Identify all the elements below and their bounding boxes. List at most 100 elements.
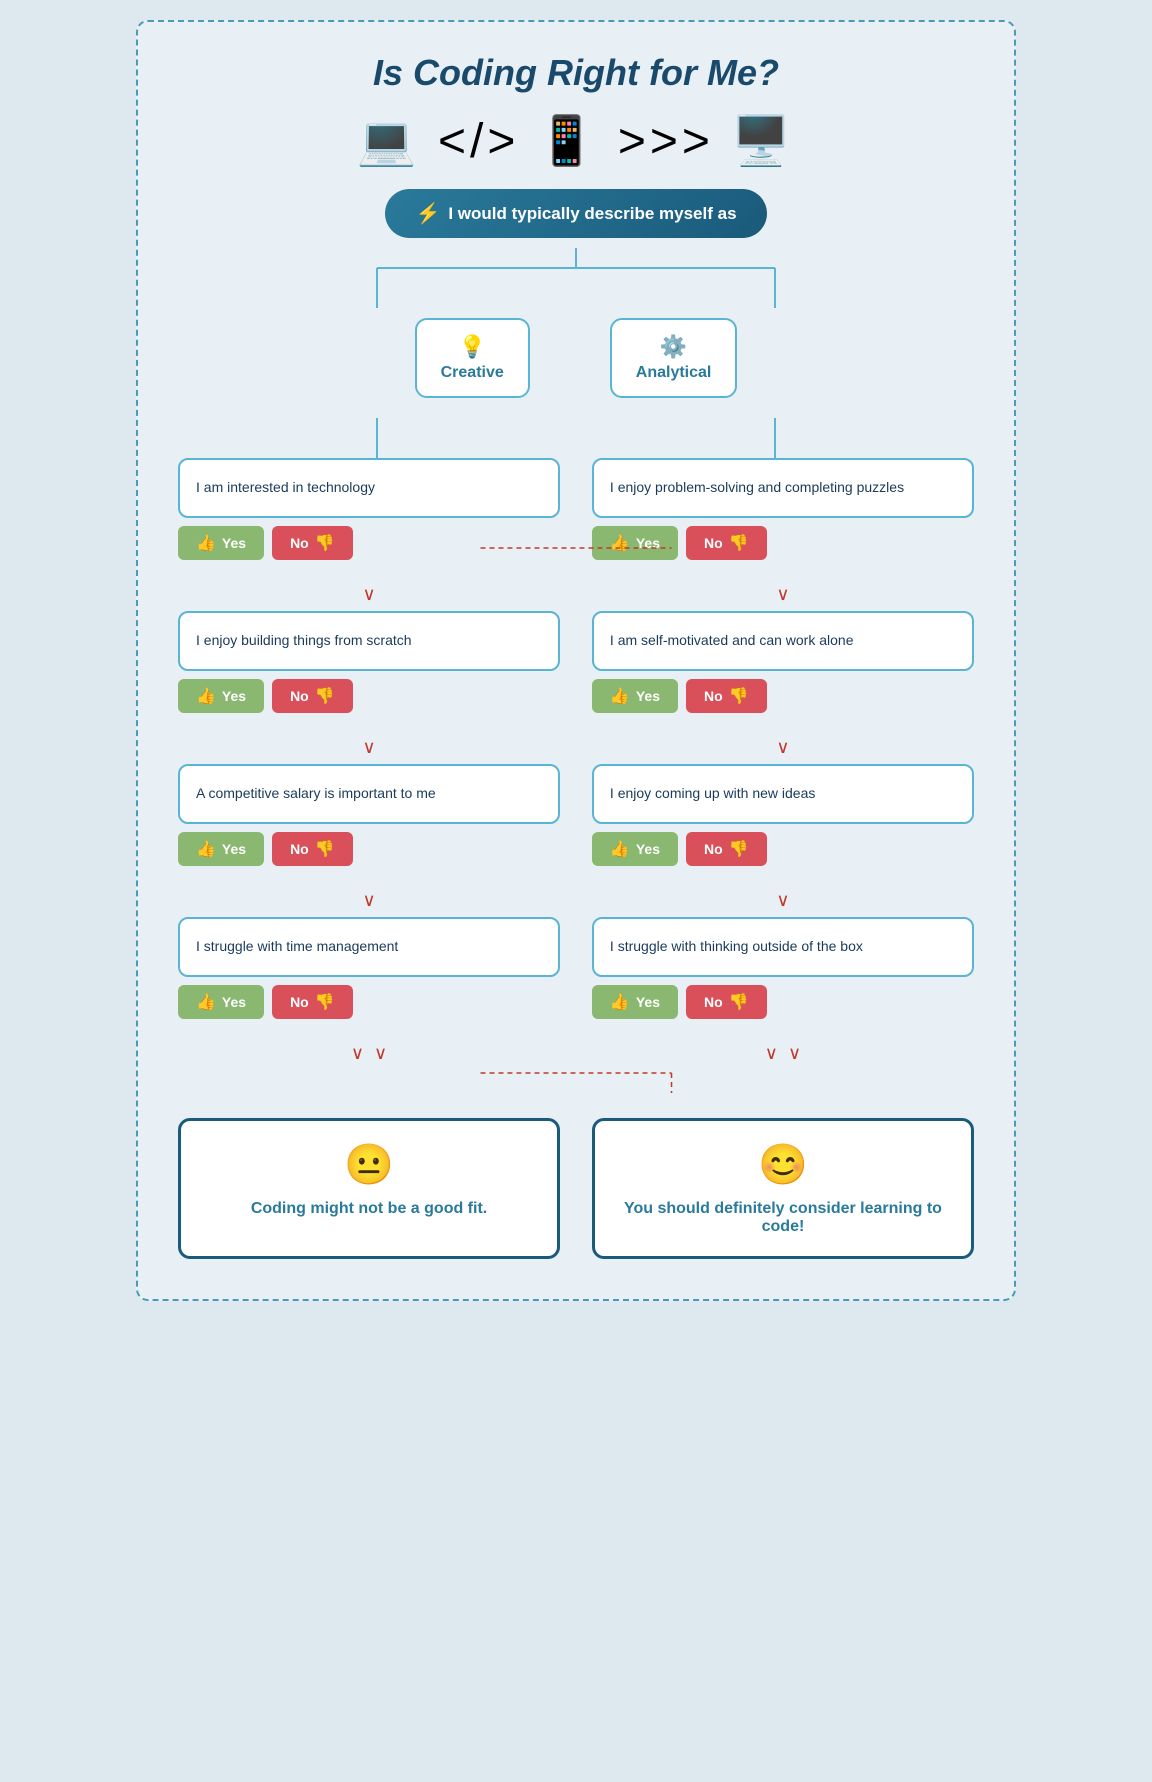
arrow-result-right-2: ∨	[788, 1043, 801, 1064]
choice-creative[interactable]: 💡 Creative	[415, 318, 530, 398]
main-flow: I am interested in technology 👍 Yes No 👎…	[178, 458, 974, 1064]
choice-branch-connector	[178, 418, 974, 458]
yn-right-4: 👍 Yes No 👎	[592, 985, 974, 1019]
arrow-result-right-1: ∨	[765, 1043, 778, 1064]
page-title: Is Coding Right for Me?	[178, 52, 974, 94]
yes-label-r2: Yes	[636, 688, 660, 704]
root-pill: ⚡ I would typically describe myself as	[385, 189, 766, 238]
emoji-good: 😊	[615, 1141, 951, 1188]
thumbsdown-icon-r3: 👎	[729, 839, 749, 859]
root-branch-connector	[178, 248, 974, 308]
yes-label-l3: Yes	[222, 841, 246, 857]
q-left-1: I am interested in technology	[178, 458, 560, 518]
q-left-3-text: A competitive salary is important to me	[196, 784, 436, 804]
thumbsdown-icon-l3: 👎	[315, 839, 335, 859]
thumbsdown-icon: 👎	[315, 533, 335, 553]
no-label-l4: No	[290, 994, 309, 1010]
q-right-4-text: I struggle with thinking outside of the …	[610, 937, 863, 957]
analytical-label: Analytical	[636, 364, 712, 381]
root-question-text: I would typically describe myself as	[448, 204, 736, 224]
yes-right-4[interactable]: 👍 Yes	[592, 985, 678, 1019]
arrow-left-2: ∨	[178, 737, 560, 758]
yes-right-2[interactable]: 👍 Yes	[592, 679, 678, 713]
q-right-3-text: I enjoy coming up with new ideas	[610, 784, 815, 804]
analytical-icon: ⚙️	[636, 334, 712, 360]
yes-left-1[interactable]: 👍 Yes	[178, 526, 264, 560]
q-left-3: A competitive salary is important to me	[178, 764, 560, 824]
result-box-good: 😊 You should definitely consider learnin…	[592, 1118, 974, 1259]
yes-left-4[interactable]: 👍 Yes	[178, 985, 264, 1019]
no-label-l3: No	[290, 841, 309, 857]
yn-right-1: 👍 Yes No 👎	[592, 526, 974, 560]
no-label-r4: No	[704, 994, 723, 1010]
yn-left-1: 👍 Yes No 👎	[178, 526, 560, 560]
no-label-r3: No	[704, 841, 723, 857]
thumbsdown-icon-r4: 👎	[729, 992, 749, 1012]
yes-right-3[interactable]: 👍 Yes	[592, 832, 678, 866]
yes-right-1[interactable]: 👍 Yes	[592, 526, 678, 560]
q-right-4: I struggle with thinking outside of the …	[592, 917, 974, 977]
left-column: I am interested in technology 👍 Yes No 👎…	[178, 458, 560, 1064]
cross-svg	[178, 1068, 974, 1098]
no-right-1[interactable]: No 👎	[686, 526, 767, 560]
arrow-right-1: ∨	[592, 584, 974, 605]
no-left-4[interactable]: No 👎	[272, 985, 353, 1019]
yes-label-r3: Yes	[636, 841, 660, 857]
result-arrows-left: ∨ ∨	[178, 1043, 560, 1064]
no-left-2[interactable]: No 👎	[272, 679, 353, 713]
result-row: 😐 Coding might not be a good fit. 😊 You …	[178, 1118, 974, 1259]
thumbsup-icon-r4: 👍	[610, 992, 630, 1012]
yn-left-3: 👍 Yes No 👎	[178, 832, 560, 866]
root-branch-svg	[178, 248, 974, 308]
q-left-4: I struggle with time management	[178, 917, 560, 977]
no-label-r1: No	[704, 535, 723, 551]
thumbsup-icon-r1: 👍	[610, 533, 630, 553]
arrow-left-3: ∨	[178, 890, 560, 911]
result-text-bad: Coding might not be a good fit.	[201, 1200, 537, 1218]
right-column: I enjoy problem-solving and completing p…	[592, 458, 974, 1064]
no-label-l2: No	[290, 688, 309, 704]
page: Is Coding Right for Me? 💻 </> 📱 >>> 🖥️ ⚡…	[136, 20, 1016, 1301]
result-arrows-right: ∨ ∨	[592, 1043, 974, 1064]
creative-label: Creative	[441, 364, 504, 381]
arrow-result-left-2: ∨	[374, 1043, 387, 1064]
yes-label-r1: Yes	[636, 535, 660, 551]
no-right-4[interactable]: No 👎	[686, 985, 767, 1019]
cross-connectors-visual	[178, 1068, 974, 1098]
no-left-3[interactable]: No 👎	[272, 832, 353, 866]
no-right-3[interactable]: No 👎	[686, 832, 767, 866]
choice-analytical[interactable]: ⚙️ Analytical	[610, 318, 738, 398]
thumbsup-icon-l2: 👍	[196, 686, 216, 706]
yn-left-2: 👍 Yes No 👎	[178, 679, 560, 713]
yes-label-l1: Yes	[222, 535, 246, 551]
q-left-1-text: I am interested in technology	[196, 478, 375, 498]
result-text-good: You should definitely consider learning …	[615, 1200, 951, 1236]
choice-branch-svg	[178, 418, 974, 458]
yes-label-l2: Yes	[222, 688, 246, 704]
q-left-4-text: I struggle with time management	[196, 937, 398, 957]
header-illustration: 💻 </> 📱 >>> 🖥️	[178, 112, 974, 169]
thumbsup-icon: 👍	[196, 533, 216, 553]
thumbsup-icon-r2: 👍	[610, 686, 630, 706]
thumbsdown-icon-r2: 👎	[729, 686, 749, 706]
bolt-icon: ⚡	[415, 201, 440, 226]
yes-label-r4: Yes	[636, 994, 660, 1010]
thumbsdown-icon-r1: 👎	[729, 533, 749, 553]
no-left-1[interactable]: No 👎	[272, 526, 353, 560]
q-right-1: I enjoy problem-solving and completing p…	[592, 458, 974, 518]
yes-left-3[interactable]: 👍 Yes	[178, 832, 264, 866]
thumbsup-icon-l4: 👍	[196, 992, 216, 1012]
q-left-2: I enjoy building things from scratch	[178, 611, 560, 671]
arrow-right-3: ∨	[592, 890, 974, 911]
q-right-1-text: I enjoy problem-solving and completing p…	[610, 478, 904, 498]
creative-icon: 💡	[441, 334, 504, 360]
arrow-right-2: ∨	[592, 737, 974, 758]
no-right-2[interactable]: No 👎	[686, 679, 767, 713]
thumbsdown-icon-l4: 👎	[315, 992, 335, 1012]
two-column-layout: I am interested in technology 👍 Yes No 👎…	[178, 458, 974, 1064]
thumbsup-icon-l3: 👍	[196, 839, 216, 859]
choice-row: 💡 Creative ⚙️ Analytical	[178, 318, 974, 398]
q-right-2-text: I am self-motivated and can work alone	[610, 631, 854, 651]
yes-left-2[interactable]: 👍 Yes	[178, 679, 264, 713]
thumbsdown-icon-l2: 👎	[315, 686, 335, 706]
